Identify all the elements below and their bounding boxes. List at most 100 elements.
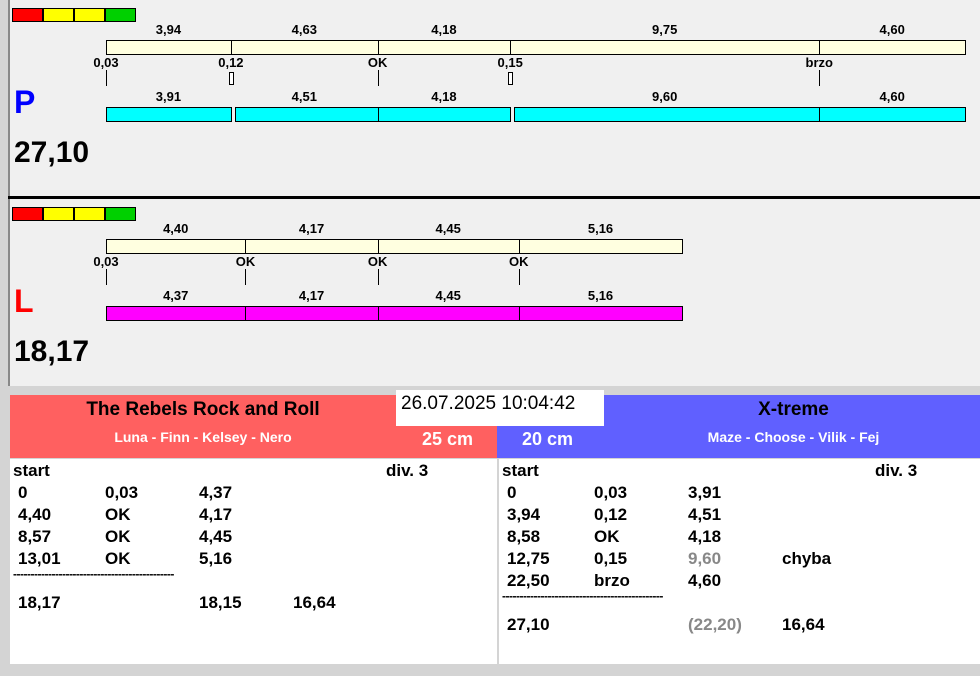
result-cell: 0,03 <box>594 483 628 502</box>
right-team-height: 20 cm <box>522 429 574 449</box>
run-label: 4,60 <box>879 89 905 104</box>
fault-marker <box>228 72 234 85</box>
exchange-label: 0,03 <box>93 55 119 70</box>
run-label: 3,91 <box>155 89 182 104</box>
result-cell: 0 <box>507 483 517 502</box>
quality-block <box>105 8 136 22</box>
result-cell: 3,91 <box>688 483 722 502</box>
reference-segment <box>377 40 512 55</box>
left-results-list: start div. 3 0 0,03 4,37 4,40 OK 4,17 8,57 OK 4,45… <box>10 459 497 664</box>
total-cell: 18,17 <box>18 593 61 612</box>
left-team-height: 25 cm <box>422 429 474 449</box>
quality-block <box>12 207 43 221</box>
division-label: div. 3 <box>386 461 429 480</box>
reference-segment <box>518 239 684 254</box>
total-cell: 16,64 <box>782 615 825 634</box>
right-team-members: Maze - Choose - Vilik - Fej <box>707 429 880 445</box>
exchange-label: 0,12 <box>218 55 244 70</box>
result-cell: 4,40 <box>18 505 52 524</box>
result-cell: chyba <box>782 549 832 568</box>
result-cell: 4,37 <box>199 483 233 502</box>
right-team-name: X-treme <box>758 399 829 420</box>
exchange-label: OK <box>367 254 388 269</box>
track-letter: P <box>14 84 36 120</box>
result-cell: OK <box>105 505 131 524</box>
run-label: 4,17 <box>298 288 325 303</box>
run-segment <box>377 306 520 321</box>
run-segment <box>106 107 232 122</box>
separator: ----------------------------------------… <box>502 589 663 603</box>
exchange-tick <box>245 269 247 285</box>
run-label: 4,51 <box>291 89 317 104</box>
result-cell: 22,50 <box>507 571 550 590</box>
exchange-tick <box>106 269 107 285</box>
run-segment <box>819 107 967 122</box>
result-cell: 4,18 <box>688 527 722 546</box>
track-total: 27,10 <box>14 136 90 169</box>
run-segment <box>106 306 247 321</box>
run-segment <box>234 107 379 122</box>
exchange-label: OK <box>508 254 529 269</box>
run-label: 4,37 <box>163 288 189 303</box>
quality-block <box>12 8 43 22</box>
run-label: 9,60 <box>652 89 678 104</box>
result-cell: 0,12 <box>594 505 628 524</box>
run-label: 4,18 <box>431 89 457 104</box>
fault-marker <box>508 72 514 85</box>
quality-block <box>43 8 74 22</box>
track-total: 18,17 <box>14 335 90 368</box>
reference-label: 4,45 <box>435 221 461 236</box>
start-label: start <box>502 461 539 480</box>
total-cell: (22,20) <box>688 615 742 634</box>
reference-label: 4,17 <box>298 221 325 236</box>
left-team-members: Luna - Finn - Kelsey - Nero <box>114 429 292 445</box>
right-results-list: start div. 3 0 0,03 3,91 3,94 0,12 4,51 8,58 OK 4,… <box>499 459 980 664</box>
reference-segment <box>106 40 232 55</box>
exchange-tick <box>377 269 379 285</box>
result-cell: 4,51 <box>688 505 722 524</box>
run-segment <box>377 107 512 122</box>
reference-label: 5,16 <box>587 221 614 236</box>
result-cell: 8,57 <box>18 527 52 546</box>
result-cell: OK <box>105 527 131 546</box>
exchange-tick <box>518 269 520 285</box>
result-cell: 0,15 <box>594 549 628 568</box>
track-panel-l: 4,40 4,37 4,17 4,17 4,45 4,45 5,16 5,16 0,03 OK OK… <box>8 199 980 386</box>
run-segment <box>514 107 821 122</box>
quality-block <box>74 8 105 22</box>
result-cell: 5,16 <box>199 549 233 568</box>
reference-label: 9,75 <box>652 22 678 37</box>
exchange-label: 0,03 <box>93 254 119 269</box>
exchange-tick <box>819 70 821 86</box>
result-cell: 0,03 <box>105 483 139 502</box>
run-segment <box>518 306 684 321</box>
reference-label: 4,18 <box>431 22 457 37</box>
total-cell: 18,15 <box>199 593 242 612</box>
result-cell: brzo <box>594 571 630 590</box>
reference-label: 4,63 <box>291 22 317 37</box>
reference-segment <box>377 239 520 254</box>
result-cell: 4,45 <box>199 527 233 546</box>
exchange-label: 0,15 <box>497 55 523 70</box>
result-cell: 0 <box>18 483 28 502</box>
exchange-label: OK <box>235 254 256 269</box>
reference-segment <box>230 40 379 55</box>
quality-block <box>105 207 136 221</box>
reference-segment <box>245 239 379 254</box>
division-label: div. 3 <box>875 461 918 480</box>
result-cell: OK <box>105 549 131 568</box>
result-cell: 4,60 <box>688 571 722 590</box>
reference-label: 4,60 <box>879 22 905 37</box>
result-cell: 12,75 <box>507 549 550 568</box>
result-cell: 9,60 <box>688 549 722 568</box>
exchange-label: OK <box>367 55 388 70</box>
total-cell: 27,10 <box>507 615 550 634</box>
result-cell: 8,58 <box>507 527 541 546</box>
reference-label: 4,40 <box>163 221 189 236</box>
track-panel-p: 3,94 3,91 4,63 4,51 4,18 4,18 9,75 9,60 4,60 4,60… <box>8 0 980 196</box>
datetime: 26.07.2025 10:04:42 <box>396 390 604 426</box>
left-team-name: The Rebels Rock and Roll <box>86 399 320 420</box>
reference-segment <box>106 239 247 254</box>
exchange-tick <box>106 70 107 86</box>
exchange-tick <box>377 70 379 86</box>
